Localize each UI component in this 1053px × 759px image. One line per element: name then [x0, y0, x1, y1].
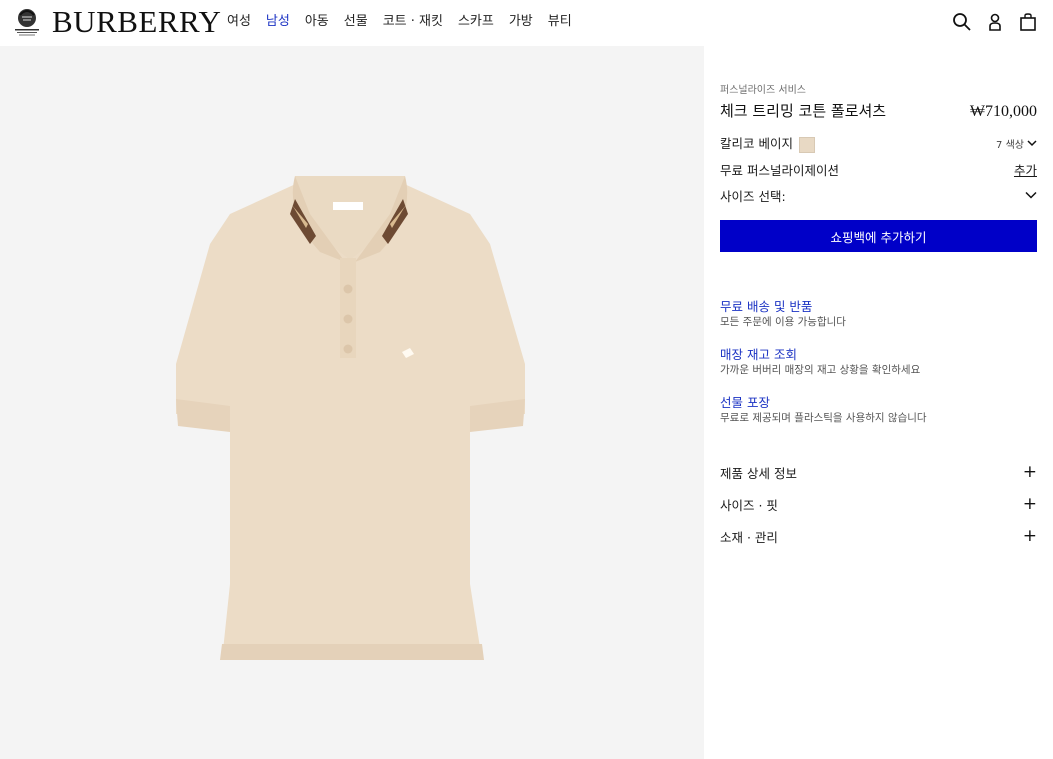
personalization-eyebrow: 퍼스널라이즈 서비스 [720, 85, 806, 96]
chevron-down-icon [1027, 140, 1037, 147]
nav-item-beauty[interactable]: 뷰티 [548, 13, 572, 31]
title-row: 체크 트리밍 코튼 폴로셔츠 ₩710,000 [720, 100, 1037, 121]
nav-item-gifts[interactable]: 선물 [344, 13, 368, 31]
personalization-row: 무료 퍼스널라이제이션 추가 [720, 157, 1037, 181]
shopping-bag-icon[interactable] [1018, 12, 1038, 32]
accordion-label: 제품 상세 정보 [720, 465, 797, 481]
color-swatch[interactable] [798, 136, 815, 153]
nav-item-women[interactable]: 여성 [227, 13, 251, 31]
nav-item-bags[interactable]: 가방 [509, 13, 533, 31]
gift-wrap-link[interactable]: 선물 포장 [720, 394, 1037, 411]
service-item: 선물 포장 무료로 제공되며 플라스틱을 사용하지 않습니다 [720, 394, 1037, 426]
service-desc: 가까운 버버리 매장의 재고 상황을 확인하세요 [720, 364, 921, 376]
service-desc: 모든 주문에 이용 가능합니다 [720, 316, 846, 328]
accordion-label: 소재 · 관리 [720, 529, 778, 545]
equestrian-crest-logo[interactable] [11, 5, 43, 38]
services-list: 무료 배송 및 반품 모든 주문에 이용 가능합니다 매장 재고 조회 가까운 … [720, 298, 1037, 426]
account-icon[interactable] [985, 12, 1005, 32]
plus-icon: + [1022, 525, 1037, 546]
chevron-down-icon [1025, 191, 1037, 199]
size-label: 사이즈 선택: [720, 188, 786, 204]
main-nav: 여성 남성 아동 선물 코트 · 재킷 스카프 가방 뷰티 [227, 13, 587, 31]
plus-icon: + [1022, 493, 1037, 514]
accordion-label: 사이즈 · 핏 [720, 497, 778, 513]
nav-item-coats-jackets[interactable]: 코트 · 재킷 [383, 13, 443, 31]
product-title: 체크 트리밍 코튼 폴로셔츠 [720, 102, 887, 120]
nav-item-kids[interactable]: 아동 [305, 13, 329, 31]
accordion-product-details[interactable]: 제품 상세 정보 + [720, 456, 1037, 488]
size-selector[interactable]: 사이즈 선택: [720, 183, 1037, 207]
accordion-list: 제품 상세 정보 + 사이즈 · 핏 + 소재 · 관리 + [720, 456, 1037, 552]
service-desc: 무료로 제공되며 플라스틱을 사용하지 않습니다 [720, 412, 927, 424]
product-image-gallery[interactable] [0, 46, 704, 759]
nav-item-men[interactable]: 남성 [266, 13, 290, 31]
site-header: BURBERRY 여성 남성 아동 선물 코트 · 재킷 스카프 가방 뷰티 [0, 0, 1053, 46]
color-name: 칼리코 베이지 [720, 136, 793, 152]
product-info-panel: 퍼스널라이즈 서비스 체크 트리밍 코튼 폴로셔츠 ₩710,000 칼리코 베… [720, 84, 1037, 552]
add-to-bag-button[interactable]: 쇼핑백에 추가하기 [720, 220, 1037, 252]
nav-item-scarves[interactable]: 스카프 [458, 13, 494, 31]
colors-count: 7 색상 [996, 139, 1024, 151]
accordion-material-care[interactable]: 소재 · 관리 + [720, 520, 1037, 552]
color-row[interactable]: 칼리코 베이지 7 색상 [720, 131, 1037, 155]
color-selector[interactable]: 칼리코 베이지 [720, 133, 815, 153]
product-price: ₩710,000 [969, 103, 1037, 120]
service-item: 무료 배송 및 반품 모든 주문에 이용 가능합니다 [720, 298, 1037, 330]
plus-icon: + [1022, 461, 1037, 482]
store-stock-link[interactable]: 매장 재고 조회 [720, 346, 1037, 363]
colors-count-toggle[interactable]: 7 색상 [996, 136, 1037, 151]
search-icon[interactable] [952, 12, 972, 32]
free-delivery-link[interactable]: 무료 배송 및 반품 [720, 298, 1037, 315]
personalization-label: 무료 퍼스널라이제이션 [720, 162, 839, 178]
brand-wordmark[interactable]: BURBERRY [52, 5, 221, 39]
service-item: 매장 재고 조회 가까운 버버리 매장의 재고 상황을 확인하세요 [720, 346, 1037, 378]
add-personalization-link[interactable]: 추가 [1014, 160, 1037, 179]
accordion-size-fit[interactable]: 사이즈 · 핏 + [720, 488, 1037, 520]
polo-shirt-image [176, 176, 525, 660]
